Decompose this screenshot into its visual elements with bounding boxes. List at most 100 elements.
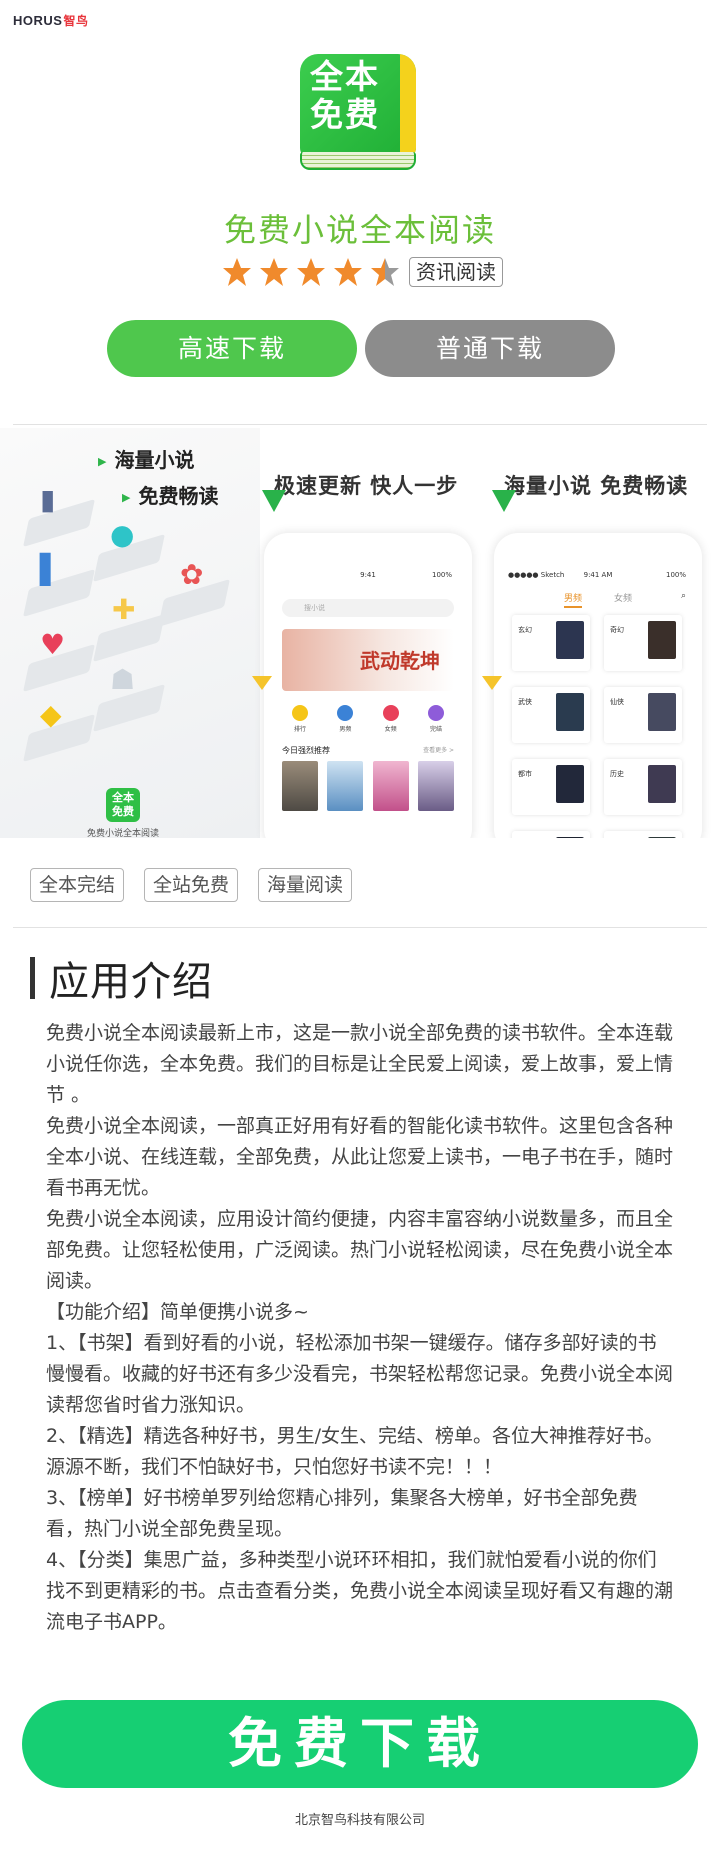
phone1-recommend-title: 今日强烈推荐 xyxy=(282,746,330,755)
app-icon-stripe xyxy=(400,54,416,158)
app-icon-text-line2: 免费 xyxy=(310,95,380,134)
section-title-bar xyxy=(30,957,35,999)
complete-icon xyxy=(427,705,444,721)
phone2-tab: 女频 xyxy=(614,594,633,604)
feature-line-2: ▶ 免费畅读 xyxy=(122,480,218,509)
green-pointer-icon xyxy=(492,490,516,512)
feature-2-text: 免费畅读 xyxy=(138,484,219,508)
phone2-time: 9:41 AM xyxy=(583,571,613,579)
mini-app-caption: 免费小说全本阅读 xyxy=(86,829,159,838)
tag-list: 全本完结 全站免费 海量阅读 xyxy=(30,868,372,902)
book-cover xyxy=(327,761,364,811)
footer-company: 北京智鸟科技有限公司 xyxy=(294,1813,425,1828)
book-cover xyxy=(417,761,454,811)
bottle-icon: ▮ xyxy=(40,483,56,516)
genre-cover xyxy=(648,837,676,838)
app-icon-body: 全本 免费 xyxy=(300,54,416,158)
intro-paragraph: 免费小说全本阅读，一部真正好用有好看的智能化读书软件。这里包含各种全本小说、在线… xyxy=(46,1115,674,1199)
category-tag: 资讯阅读 xyxy=(409,257,503,287)
genre-cover xyxy=(648,765,676,803)
mini-logo-line2: 免费 xyxy=(112,805,134,818)
diamond-icon: ◆ xyxy=(40,698,62,731)
tag-item: 全站免费 xyxy=(144,868,239,902)
tag-item: 全本完结 xyxy=(30,868,125,902)
genre-cell: 玄幻 xyxy=(512,615,590,671)
heart-icon: ♥ xyxy=(40,628,66,661)
phone1-category: 女频 xyxy=(373,705,409,733)
normal-download-button[interactable]: 普通下载 xyxy=(365,320,615,377)
genre-cell: 都市 xyxy=(512,759,590,815)
green-pointer-icon xyxy=(262,490,286,512)
phone1-more-link: 查看更多 > xyxy=(423,747,454,754)
intro-paragraph: 3、【榜单】好书榜单罗列给您精心排列，集聚各大榜单，好书全部免费看，热门小说全部… xyxy=(46,1487,638,1540)
section-title-text: 应用介绍 xyxy=(49,959,213,1005)
phone1-mockup: 9:41 100% 搜小说 武动乾坤 排行 男频 女频 完结 今日强烈推荐 查看… xyxy=(264,533,472,838)
star-rating xyxy=(222,257,407,287)
book-cover xyxy=(282,761,318,811)
star-icon xyxy=(334,258,362,286)
intro-paragraph: 免费小说全本阅读，应用设计简约便捷，内容丰富容纳小说数量多，而且全部免费。让您轻… xyxy=(46,1208,674,1292)
app-title: 免费小说全本阅读 xyxy=(223,211,496,249)
genre-cover xyxy=(556,693,584,731)
phone1-book-covers xyxy=(282,761,454,811)
divider-middle xyxy=(13,927,707,928)
phone2-headline: 海量小说 免费畅读 xyxy=(504,474,689,498)
free-download-button[interactable]: 免费下载 xyxy=(22,1700,698,1788)
phone1-category: 完结 xyxy=(418,705,454,733)
search-icon: ⌕ xyxy=(680,591,686,601)
brand-logo: HORUS智鸟 xyxy=(13,12,88,29)
ghost-icon: ☗ xyxy=(110,663,136,696)
phone1-time: 9:41 xyxy=(360,571,376,579)
phone2-mockup: ●●●●● Sketch 9:41 AM 100% 男频 女频 ⌕ 玄幻 奇幻 武侠仙… xyxy=(494,533,702,838)
intro-paragraph: 1、【书架】看到好看的小说，轻松添加书架一键缓存。储存多部好读的书慢慢看。收藏的… xyxy=(46,1332,674,1416)
star-icon xyxy=(297,258,325,286)
phone1-categories: 排行 男频 女频 完结 xyxy=(282,705,454,733)
bullet-triangle-icon: ▶ xyxy=(98,455,107,468)
app-icon-book-pages xyxy=(300,152,416,170)
book-icon: ▌ xyxy=(40,553,62,586)
gourd-icon: ● xyxy=(110,518,135,551)
genre-cell: 仙侠 xyxy=(604,687,682,743)
genre-cell: 军事 xyxy=(512,831,590,838)
phone1-banner: 武动乾坤 xyxy=(282,629,454,691)
phone1-banner-title: 武动乾坤 xyxy=(360,649,440,673)
intro-paragraph: 【功能介绍】简单便携小说多~ xyxy=(46,1301,309,1323)
fast-download-button[interactable]: 高速下载 xyxy=(107,320,357,377)
star-icon xyxy=(260,258,288,286)
feature-line-1: ▶ 海量小说 xyxy=(98,444,194,473)
star-icon xyxy=(371,258,399,286)
divider-top xyxy=(13,424,707,425)
phone2-carrier: ●●●●● Sketch xyxy=(508,571,565,579)
phone2-status-bar: ●●●●● Sketch 9:41 AM 100% xyxy=(494,571,702,579)
genre-cover xyxy=(556,765,584,803)
phone1-category: 男频 xyxy=(327,705,363,733)
genre-cover xyxy=(556,837,584,838)
flower-icon: ✿ xyxy=(180,558,204,591)
phone1-status-bar: 9:41 100% xyxy=(264,571,472,579)
yellow-pointer-icon xyxy=(482,676,502,690)
genre-cell: 灵异 xyxy=(604,831,682,838)
yellow-pointer-icon xyxy=(252,676,272,690)
mini-logo-line1: 全本 xyxy=(112,791,134,804)
genre-cell: 武侠 xyxy=(512,687,590,743)
app-icon-text: 全本 免费 xyxy=(310,58,380,134)
intro-paragraph: 4、【分类】集思广益，多种类型小说环环相扣，我们就怕爱看小说的你们找不到更精彩的… xyxy=(46,1549,674,1633)
mini-app-logo: 全本 免费 xyxy=(106,788,140,822)
section-title: 应用介绍 xyxy=(30,956,213,1005)
app-icon: 全本 免费 xyxy=(300,54,416,170)
star-icon xyxy=(223,258,251,286)
rating-row: 资讯阅读 xyxy=(222,255,503,289)
female-icon xyxy=(382,705,399,721)
tag-item: 海量阅读 xyxy=(258,868,353,902)
sword-icon: ✚ xyxy=(112,593,136,626)
feature-1-text: 海量小说 xyxy=(114,448,195,472)
phone1-headline: 极速更新 快人一步 xyxy=(274,474,459,498)
male-icon xyxy=(337,705,354,721)
phone2-battery: 100% xyxy=(665,571,686,579)
genre-cover xyxy=(648,693,676,731)
screenshot-carousel[interactable]: ▮ ● ▌ ✚ ✿ ♥ ☗ ◆ ▶ 海量小说 ▶ 免费畅读 全本 免费 免费小说全本… xyxy=(0,428,720,838)
genre-cell: 历史 xyxy=(604,759,682,815)
crown-icon xyxy=(292,705,308,721)
app-icon-text-line1: 全本 xyxy=(310,57,380,96)
bullet-triangle-icon: ▶ xyxy=(122,491,131,504)
